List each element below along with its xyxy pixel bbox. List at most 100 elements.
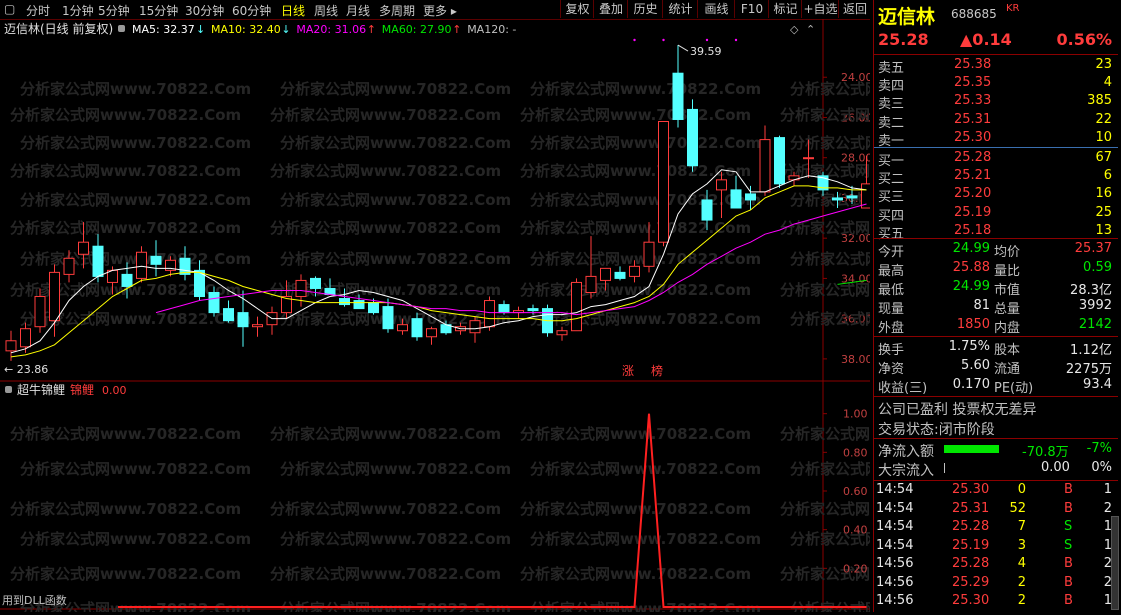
divider — [874, 336, 1118, 337]
signal-dot — [734, 38, 738, 42]
stat-value: 1850 — [956, 317, 990, 332]
sub-y-tick-label: 0.20 — [843, 562, 868, 575]
orderbook-level-label: 买一 — [878, 154, 905, 169]
orderbook-row[interactable]: 买三 25.20 16 — [874, 185, 1118, 205]
candle-body — [556, 330, 568, 336]
candle-body — [382, 306, 394, 330]
candle-body — [78, 241, 89, 255]
block-inflow-bar — [944, 463, 945, 473]
orderbook-price: 25.28 — [954, 150, 992, 165]
orderbook-row[interactable]: 卖二 25.31 22 — [874, 111, 1118, 131]
stat-value: 0.59 — [1083, 260, 1112, 275]
toolbar-action-4[interactable]: 画线 — [697, 0, 735, 18]
stock-header: 迈信林 688685 KR — [874, 2, 1118, 28]
orderbook-row[interactable]: 卖四 25.35 4 — [874, 74, 1118, 95]
toolbar-action-6[interactable]: 标记 — [768, 0, 802, 18]
orderbook-volume: 6 — [1103, 168, 1112, 184]
period-tab-0[interactable]: 分时 — [26, 2, 50, 19]
period-tab-8[interactable]: 月线 — [346, 2, 370, 19]
trading-status: 交易状态:闭市阶段 — [874, 418, 1118, 438]
tick-row[interactable]: 14:54 25.19 3 S 1 — [874, 537, 1118, 556]
period-tab-9[interactable]: 多周期 — [379, 2, 415, 19]
toolbar-action-8[interactable]: 返回 — [838, 0, 871, 18]
tick-price: 25.30 — [952, 482, 990, 497]
window-menu-icon[interactable]: ▢ — [4, 2, 15, 16]
toolbar-action-0[interactable]: 复权 — [560, 0, 594, 18]
orderbook-level-label: 卖四 — [878, 79, 905, 95]
orderbook-row[interactable]: 买二 25.21 6 — [874, 167, 1118, 187]
kline-chart-svg[interactable]: 38.0036.0034.0032.0030.0028.0026.0024.00… — [0, 19, 1021, 615]
toolbar-action-3[interactable]: 统计 — [662, 0, 698, 18]
candle-body — [49, 271, 60, 322]
orderbook-row[interactable]: 卖五 25.38 23 — [874, 56, 1118, 76]
candle-body — [846, 195, 858, 199]
settings-icon[interactable] — [118, 25, 125, 32]
candle-body — [687, 108, 698, 167]
watermark-text: 分析家公式网www.70822.Com — [280, 134, 511, 152]
tick-row[interactable]: 14:54 25.30 0 B 1 — [874, 481, 1118, 500]
period-tab-5[interactable]: 60分钟 — [232, 2, 271, 19]
tick-time: 14:56 — [876, 593, 914, 608]
toolbar-action-1[interactable]: 叠加 — [593, 0, 628, 18]
orderbook-row[interactable]: 卖三 25.33 385 — [874, 92, 1118, 112]
tick-row[interactable]: 14:56 25.28 4 B 2 — [874, 555, 1118, 574]
orderbook-price: 25.31 — [954, 111, 992, 127]
watermark-text: 分析家公式网www.70822.Com — [20, 191, 251, 209]
candle-body — [745, 193, 756, 201]
watermark-text: 分析家公式网www.70822.Com — [780, 500, 870, 518]
tick-row[interactable]: 14:54 25.28 7 S 1 — [874, 518, 1118, 537]
tick-volume: 52 — [1009, 500, 1026, 516]
period-tab-2[interactable]: 5分钟 — [98, 2, 130, 19]
tick-row[interactable]: 14:56 25.29 2 B 2 — [874, 574, 1118, 593]
tick-row[interactable]: 14:54 25.31 52 B 2 — [874, 500, 1118, 519]
stat-label: 最高 — [878, 264, 905, 279]
toolbar-action-5[interactable]: F10 — [734, 0, 769, 18]
orderbook-row[interactable]: 买四 25.19 25 — [874, 204, 1118, 224]
sub-settings-icon[interactable] — [5, 386, 12, 393]
watermark-text: 分析家公式网www.70822.Com — [520, 425, 751, 443]
block-inflow-value: 0.00 — [1041, 460, 1070, 475]
watermark-text: 分析家公式网www.70822.Com — [780, 425, 870, 443]
ma-arrow-1: ↓ — [281, 23, 290, 36]
period-tab-1[interactable]: 1分钟 — [62, 2, 94, 19]
signal-dot — [662, 38, 665, 42]
watermark-text: 分析家公式网www.70822.Com — [790, 80, 870, 98]
block-inflow-pct: 0% — [1091, 460, 1112, 475]
candle-body — [832, 197, 843, 201]
stock-name: 迈信林 — [878, 6, 936, 28]
diamond-icon[interactable]: ◇ — [790, 23, 799, 36]
orderbook-row[interactable]: 买一 25.28 67 — [874, 149, 1118, 169]
period-tab-10[interactable]: 更多 ▸ — [423, 2, 457, 19]
watermark-text: 分析家公式网www.70822.Com — [780, 106, 870, 124]
watermark-text: 分析家公式网www.70822.Com — [270, 162, 501, 180]
net-inflow-bar — [944, 445, 999, 453]
orderbook-level-label: 卖二 — [878, 115, 905, 131]
period-tab-6[interactable]: 日线 — [281, 2, 305, 19]
watermark-text: 分析家公式网www.70822.Com — [10, 219, 241, 237]
orderbook-row[interactable]: 卖一 25.30 10 — [874, 129, 1118, 149]
toolbar-action-7[interactable]: +自选 — [801, 0, 839, 18]
event-marker-1: 榜 — [651, 363, 663, 378]
sub-y-tick-label: 0.60 — [843, 485, 868, 498]
notice-text: 公司已盈利 投票权无差异 — [878, 402, 1037, 418]
candle-body — [658, 120, 669, 243]
collapse-icon[interactable]: ⌃ — [806, 23, 815, 36]
candle-body — [759, 139, 771, 193]
stat-row: 现量 81 总量 3992 — [874, 297, 1118, 317]
period-tab-3[interactable]: 15分钟 — [139, 2, 178, 19]
dll-footer: 用到DLL函数 — [2, 594, 67, 607]
toolbar-action-2[interactable]: 历史 — [627, 0, 663, 18]
tick-scrollbar[interactable] — [1111, 516, 1119, 610]
bid-ask-divider — [874, 147, 1118, 148]
period-tab-7[interactable]: 周线 — [314, 2, 338, 19]
tick-price: 25.30 — [952, 593, 990, 608]
period-tab-4[interactable]: 30分钟 — [185, 2, 224, 19]
tick-row[interactable]: 14:56 25.30 2 B 1 — [874, 592, 1118, 611]
stat-value: 25.37 — [1074, 241, 1112, 256]
chart-area[interactable]: 38.0036.0034.0032.0030.0028.0026.0024.00… — [0, 19, 1021, 615]
candle-body — [368, 302, 379, 314]
stat-value: 25.88 — [952, 260, 990, 275]
watermark-text: 分析家公式网www.70822.Com — [790, 310, 870, 328]
watermark-text: 分析家公式网www.70822.Com — [780, 281, 870, 299]
ma-label-1: MA10: 32.40 — [211, 23, 281, 36]
